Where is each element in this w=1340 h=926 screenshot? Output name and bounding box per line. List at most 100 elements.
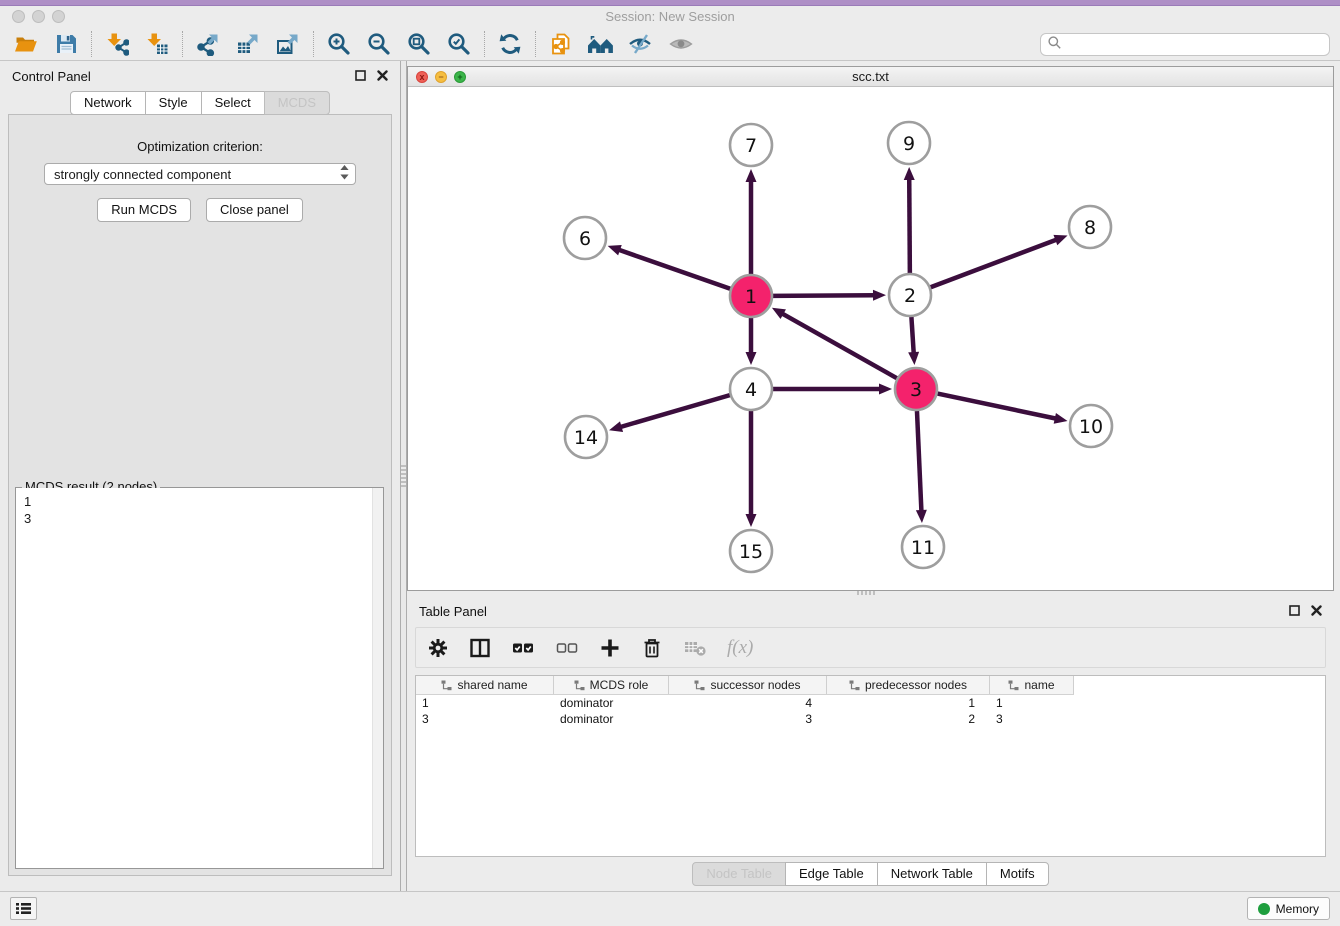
arrowhead-1-2 [873, 290, 886, 301]
zoom-in-icon[interactable] [319, 29, 359, 59]
arrowhead-1-4 [746, 352, 757, 365]
edge-3-10[interactable] [938, 394, 1057, 419]
run-mcds-button[interactable]: Run MCDS [97, 198, 191, 222]
edge-2-8[interactable] [931, 239, 1058, 287]
edge-2-3[interactable] [911, 317, 913, 354]
node-label-11: 11 [911, 537, 935, 559]
edge-1-6[interactable] [618, 250, 730, 289]
result-scrollbar[interactable] [372, 488, 383, 868]
horizontal-splitter-grip[interactable] [857, 591, 875, 595]
splitter-grip[interactable] [401, 465, 406, 487]
edge-4-14[interactable] [620, 395, 730, 427]
open-session-icon[interactable] [6, 29, 46, 59]
edge-2-9[interactable] [909, 178, 910, 273]
duplicate-network-icon[interactable] [541, 29, 581, 59]
tab-network[interactable]: Network [70, 91, 146, 115]
tab-style[interactable]: Style [145, 91, 202, 115]
column-header-predecessor-nodes[interactable]: predecessor nodes [827, 676, 990, 694]
minimize-window-button[interactable] [32, 10, 45, 23]
columns-icon[interactable] [469, 637, 491, 659]
deselect-all-icon[interactable] [555, 637, 579, 659]
macos-traffic-lights[interactable] [12, 10, 65, 23]
arrowhead-3-10 [1054, 413, 1068, 424]
zoom-window-button[interactable] [52, 10, 65, 23]
close-window-button[interactable] [12, 10, 25, 23]
tab-node-table[interactable]: Node Table [692, 862, 786, 886]
tab-select[interactable]: Select [201, 91, 265, 115]
column-header-name[interactable]: name [990, 676, 1074, 694]
tab-motifs[interactable]: Motifs [986, 862, 1049, 886]
network-view-title: scc.txt [408, 69, 1333, 84]
task-history-button[interactable] [10, 897, 37, 920]
float-table-panel-icon[interactable] [1289, 604, 1300, 619]
network-maximize-button[interactable]: + [454, 71, 466, 83]
cell-predecessor-nodes[interactable]: 1 [827, 696, 990, 710]
dropdown-stepper-icon [340, 165, 349, 183]
panel-splitter[interactable] [400, 61, 407, 891]
cell-shared-name[interactable]: 3 [416, 712, 554, 726]
float-panel-icon[interactable] [355, 69, 366, 84]
home-pair-icon[interactable] [581, 29, 621, 59]
delete-table-icon [683, 638, 707, 658]
network-minimize-button[interactable]: − [435, 71, 447, 83]
search-input[interactable] [1066, 38, 1323, 52]
table-row[interactable]: 1dominator411 [416, 695, 1325, 711]
network-close-button[interactable]: x [416, 71, 428, 83]
hide-selected-icon[interactable] [621, 29, 661, 59]
delete-icon[interactable] [641, 637, 663, 659]
column-header-shared-name[interactable]: shared name [416, 676, 554, 694]
arrowhead-4-15 [746, 514, 757, 527]
zoom-selected-icon[interactable] [439, 29, 479, 59]
node-label-9: 9 [903, 133, 915, 155]
mcds-result-list[interactable]: 13 [16, 488, 383, 868]
import-network-icon[interactable] [97, 29, 137, 59]
edge-3-11[interactable] [917, 411, 921, 512]
close-table-panel-icon[interactable] [1311, 604, 1322, 619]
memory-button[interactable]: Memory [1247, 897, 1330, 920]
mcds-result-node: 1 [24, 493, 375, 510]
export-network-icon[interactable] [188, 29, 228, 59]
cell-predecessor-nodes[interactable]: 2 [827, 712, 990, 726]
save-session-icon[interactable] [46, 29, 86, 59]
arrowhead-2-9 [904, 167, 915, 180]
tab-edge-table[interactable]: Edge Table [785, 862, 878, 886]
cell-name[interactable]: 1 [990, 696, 1074, 710]
main-toolbar [0, 27, 1340, 61]
show-all-icon [661, 29, 701, 59]
zoom-fit-icon[interactable] [399, 29, 439, 59]
add-icon[interactable] [599, 637, 621, 659]
search-box[interactable] [1040, 33, 1330, 56]
node-label-10: 10 [1079, 416, 1103, 438]
mcds-result-node: 3 [24, 510, 375, 527]
network-canvas[interactable]: 7968124314101511 [408, 87, 1333, 590]
export-image-icon[interactable] [268, 29, 308, 59]
cell-MCDS-role[interactable]: dominator [554, 696, 669, 710]
tab-mcds[interactable]: MCDS [264, 91, 330, 115]
cell-successor-nodes[interactable]: 4 [669, 696, 827, 710]
cell-MCDS-role[interactable]: dominator [554, 712, 669, 726]
optimization-criterion-select[interactable]: strongly connected component [44, 163, 356, 185]
edge-1-2[interactable] [773, 295, 875, 296]
node-table[interactable]: shared nameMCDS rolesuccessor nodesprede… [415, 675, 1326, 857]
tab-network-table[interactable]: Network Table [877, 862, 987, 886]
column-header-MCDS-role[interactable]: MCDS role [554, 676, 669, 694]
network-view-titlebar[interactable]: x − + scc.txt [408, 67, 1333, 87]
network-graph[interactable]: 7968124314101511 [408, 87, 1333, 590]
table-row[interactable]: 3dominator323 [416, 711, 1325, 727]
node-label-1: 1 [745, 286, 757, 308]
cell-name[interactable]: 3 [990, 712, 1074, 726]
zoom-out-icon[interactable] [359, 29, 399, 59]
close-panel-button[interactable]: Close panel [206, 198, 303, 222]
refresh-icon[interactable] [490, 29, 530, 59]
cell-successor-nodes[interactable]: 3 [669, 712, 827, 726]
close-panel-icon[interactable] [377, 69, 388, 84]
table-tabs: Node TableEdge TableNetwork TableMotifs [407, 857, 1334, 891]
select-all-icon[interactable] [511, 637, 535, 659]
cell-shared-name[interactable]: 1 [416, 696, 554, 710]
toolbar-separator [535, 31, 536, 57]
edge-3-1[interactable] [781, 313, 896, 378]
settings-icon[interactable] [427, 637, 449, 659]
export-table-icon[interactable] [228, 29, 268, 59]
import-table-icon[interactable] [137, 29, 177, 59]
column-header-successor-nodes[interactable]: successor nodes [669, 676, 827, 694]
